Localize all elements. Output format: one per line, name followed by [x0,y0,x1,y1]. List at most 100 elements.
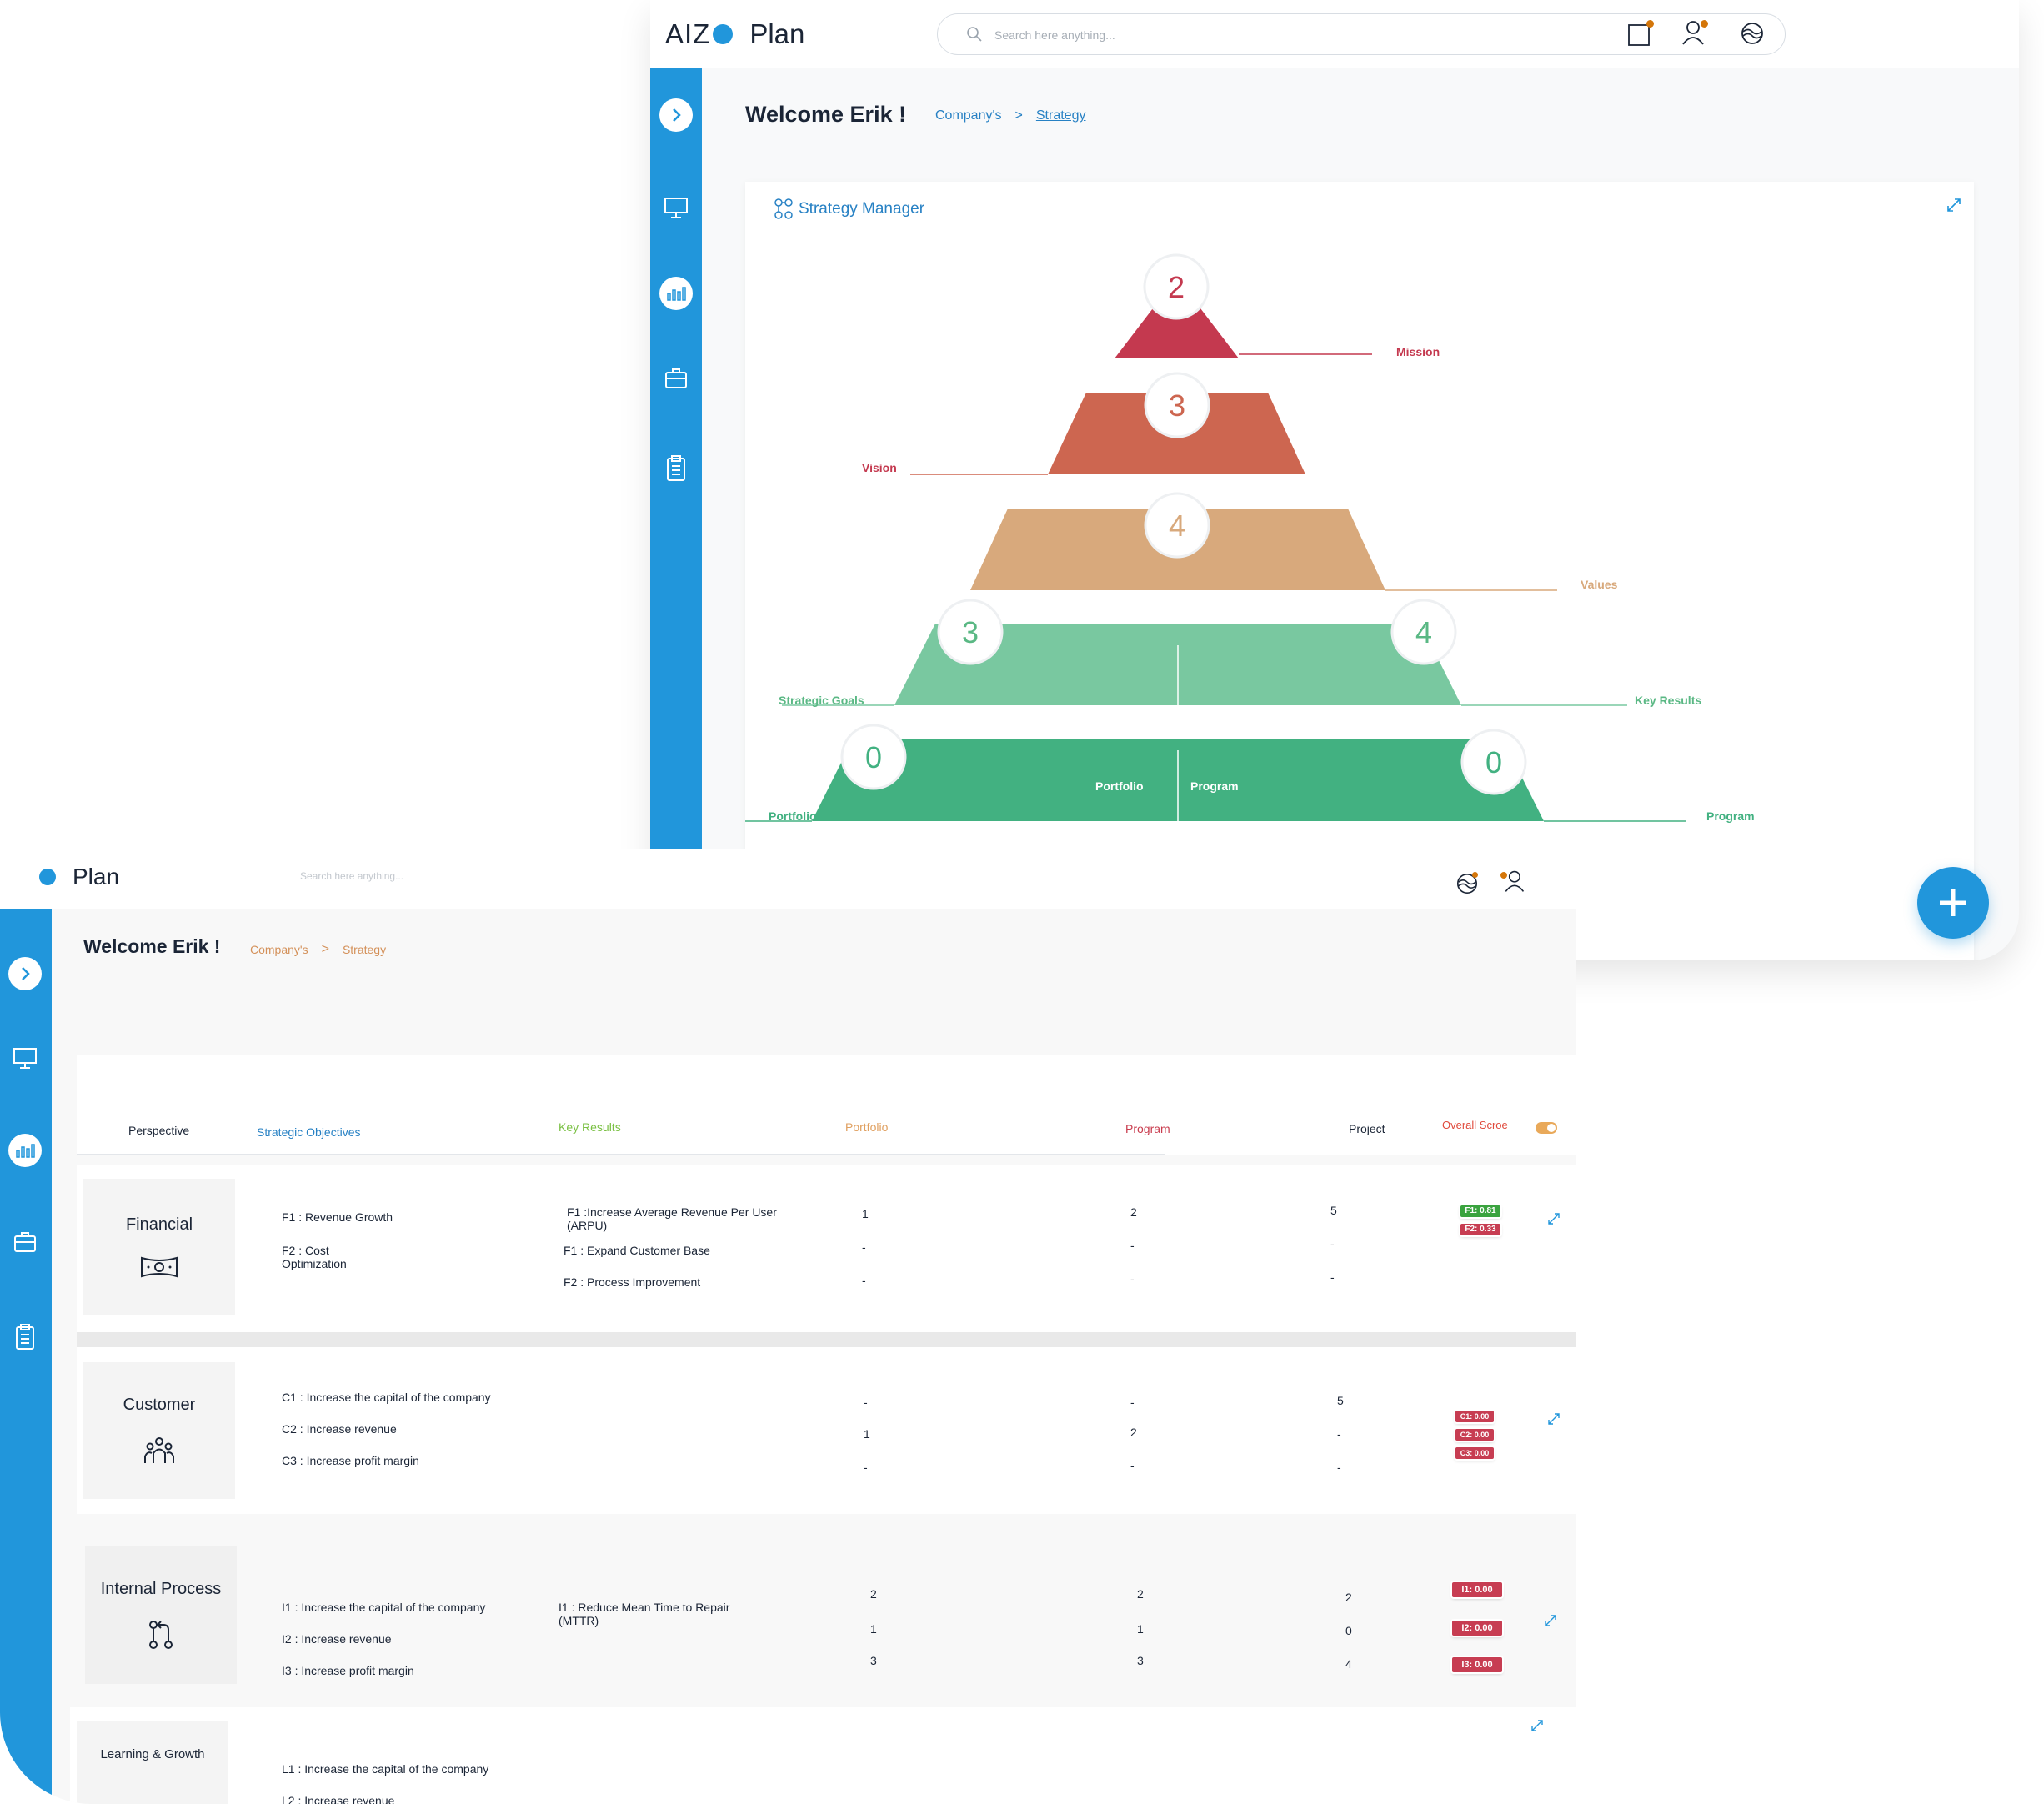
sidebar-item-tasks[interactable] [659,452,693,485]
pyramid-label-strategic-goals: Strategic Goals [779,694,864,707]
language-globe-icon[interactable] [1740,21,1765,46]
expand-row-icon[interactable] [1530,1719,1544,1732]
perspective-cell: Financial [83,1179,235,1315]
score-badge[interactable]: C3: 0.00 [1455,1447,1494,1459]
expand-row-icon[interactable] [1547,1412,1561,1426]
score-badge[interactable]: F2: 0.33 [1460,1224,1500,1235]
sidebar-item-portfolio[interactable] [659,362,693,395]
expand-row-icon[interactable] [1547,1212,1561,1225]
logo-dot [713,24,734,44]
portfolio-count: - [862,1240,866,1254]
breadcrumb-strategy[interactable]: Strategy [1036,108,1086,123]
score-badge[interactable]: F1: 0.81 [1460,1205,1500,1217]
perspective-cell: Internal Process [85,1546,237,1684]
objective-item[interactable]: L2 : Increase revenue [282,1794,394,1804]
objective-item[interactable]: F1 : Revenue Growth [282,1210,393,1224]
breadcrumb-companies[interactable]: Company's [935,108,1002,123]
sidebar-item-dashboard[interactable] [659,192,693,225]
pyramid-count-mission: 2 [1168,270,1185,304]
column-strategic-objectives[interactable]: Strategic Objectives [257,1125,361,1139]
breadcrumb-strategy[interactable]: Strategy [343,943,386,956]
scorecard-row-internal-process: Internal Process I1 : Increase the capit… [77,1529,1576,1707]
perspective-cell: Customer [83,1362,235,1499]
search-input[interactable]: Search here anything... [300,870,403,882]
app-logo[interactable]: AIZ Plan [665,18,804,50]
breadcrumb: Company's > Strategy [250,942,386,957]
add-button[interactable] [1917,867,1989,939]
objective-item[interactable]: L1 : Increase the capital of the company [282,1762,488,1776]
search-input[interactable] [993,14,1713,56]
portfolio-count: 3 [870,1654,877,1667]
pyramid-inner-program: Program [1190,779,1239,793]
sidebar-expand-button[interactable] [8,957,42,990]
score-badge[interactable]: I3: 0.00 [1452,1657,1502,1672]
column-overall-score[interactable]: Overall Scroe [1442,1119,1508,1131]
sidebar-item-strategy[interactable] [659,277,693,310]
program-count: 2 [1130,1205,1137,1219]
objective-item[interactable]: I1 : Increase the capital of the company [282,1601,485,1614]
strategy-pyramid: Mission 2 Vision 3 Values 4 Strategic Go… [745,253,1755,823]
objective-item[interactable]: F2 : Cost Optimization [282,1244,382,1270]
monitor-icon [13,1048,37,1069]
program-count: 2 [1130,1426,1137,1439]
pyramid-label-key-results: Key Results [1635,694,1701,707]
pyramid-count-key-results: 4 [1415,615,1432,649]
column-key-results[interactable]: Key Results [559,1120,621,1134]
key-result-item[interactable]: F1 : Expand Customer Base [564,1244,710,1257]
briefcase-icon [14,1232,36,1252]
search-icon [967,27,982,42]
project-count: - [1337,1461,1341,1474]
score-badge[interactable]: C1: 0.00 [1455,1411,1494,1422]
pyramid-label-vision: Vision [862,461,897,474]
objective-item[interactable]: C1 : Increase the capital of the company [282,1391,491,1404]
column-perspective[interactable]: Perspective [128,1124,189,1137]
perspective-name: Financial [125,1215,193,1234]
balanced-scorecard-window: Plan Search here anything... Welcome Eri… [0,849,1576,1804]
page-title: Welcome Erik ! [745,102,907,127]
logo-plan-text: Plan [73,864,120,889]
column-program[interactable]: Program [1125,1122,1170,1135]
score-badge[interactable]: I2: 0.00 [1452,1621,1502,1636]
app-logo[interactable]: Plan [37,864,119,890]
key-result-item[interactable]: F2 : Process Improvement [564,1275,700,1289]
objective-item[interactable]: I3 : Increase profit margin [282,1664,414,1677]
key-result-item[interactable]: I1 : Reduce Mean Time to Repair (MTTR) [559,1601,767,1627]
objective-item[interactable]: C3 : Increase profit margin [282,1454,419,1467]
portfolio-count: 1 [862,1207,869,1220]
notification-dot [1646,20,1654,28]
process-flow-icon [149,1620,173,1649]
logo-dot [39,869,56,885]
portfolio-count: 1 [864,1427,870,1441]
bar-chart-icon [667,287,686,301]
sidebar-item-tasks[interactable] [8,1320,42,1354]
breadcrumb-companies[interactable]: Company's [250,943,308,956]
sidebar-expand-button[interactable] [659,98,693,132]
objective-item[interactable]: I2 : Increase revenue [282,1632,392,1646]
sidebar-item-portfolio[interactable] [8,1225,42,1259]
perspective-name: Learning & Growth [100,1746,205,1761]
expand-row-icon[interactable] [1544,1614,1557,1627]
score-badge[interactable]: I1: 0.00 [1452,1582,1502,1597]
program-count: - [1130,1239,1135,1252]
portfolio-count: - [864,1396,868,1409]
sidebar-item-dashboard[interactable] [8,1042,42,1075]
breadcrumb-separator: > [1014,108,1023,123]
program-count: - [1130,1272,1135,1285]
pyramid-count-vision: 3 [1169,388,1185,423]
pyramid-count-strategic-goals: 3 [962,615,979,649]
score-badge[interactable]: C2: 0.00 [1455,1429,1494,1441]
column-project[interactable]: Project [1349,1122,1385,1135]
program-count: 2 [1137,1587,1144,1601]
project-count: 4 [1345,1657,1352,1671]
sidebar-item-strategy[interactable] [8,1134,42,1167]
objective-item[interactable]: C2 : Increase revenue [282,1422,397,1436]
pyramid-label-portfolio: Portfolio [769,809,817,823]
column-portfolio[interactable]: Portfolio [845,1120,888,1134]
search-bar [937,13,1786,56]
plus-icon [1940,889,1966,916]
pyramid-inner-portfolio: Portfolio [1095,779,1144,793]
key-result-item[interactable]: F1 :Increase Average Revenue Per User (A… [567,1205,800,1232]
overall-score-toggle[interactable] [1536,1122,1557,1134]
project-count: - [1330,1270,1335,1284]
portfolio-count: - [862,1274,866,1287]
